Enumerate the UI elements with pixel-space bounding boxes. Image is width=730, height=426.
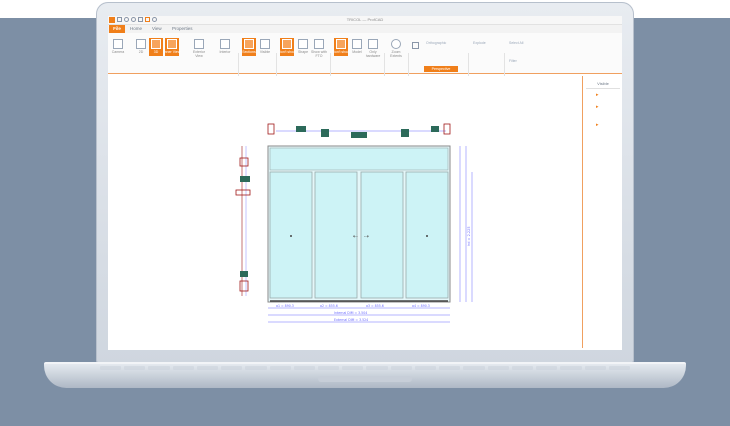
dim-total-internal: Internal DIM = 3.504 bbox=[334, 311, 367, 315]
right-panel: Visible ▸ ▸ ▸ bbox=[583, 76, 622, 348]
model-button[interactable]: Model bbox=[350, 38, 364, 56]
shape-icon bbox=[298, 39, 308, 49]
glass-panel-2 bbox=[314, 171, 358, 299]
app-screen: TRICOL — ProfCAD File Home View Properti… bbox=[108, 16, 622, 350]
zoom-icon bbox=[391, 39, 401, 49]
title-bar: TRICOL — ProfCAD bbox=[108, 16, 622, 25]
ribbon: Camera 2D 3D Inner View Exterior View In… bbox=[108, 33, 622, 87]
laptop-trackpad bbox=[318, 376, 412, 382]
top-hardware-rail bbox=[267, 123, 451, 138]
dim-bottom-3: a3 = 855.6 bbox=[366, 304, 384, 308]
right-dimension-lines: hd = 2.225 bbox=[459, 146, 473, 302]
tab-visible[interactable]: Visible bbox=[586, 80, 620, 89]
view-2d-button[interactable]: 2D bbox=[134, 38, 148, 56]
dim-right-label: hd = 2.225 bbox=[467, 226, 471, 246]
panel-marker[interactable]: ▸ bbox=[596, 104, 599, 110]
exterior-view-button[interactable]: Exterior View bbox=[192, 38, 206, 58]
machinings-dont-show-button[interactable]: Don't show bbox=[278, 38, 296, 56]
hardware-dont-show-button[interactable]: Don't show bbox=[332, 38, 350, 56]
window-drawing: ⇠ ⇢ hd = 2.225 a1 = 890.3 a2 = 855.6 a3 … bbox=[235, 123, 473, 323]
tab-home[interactable]: Home bbox=[130, 25, 142, 33]
sections-icon bbox=[244, 39, 254, 49]
interior-view-button[interactable]: Interior bbox=[218, 38, 232, 56]
tab-view[interactable]: View bbox=[152, 25, 162, 33]
slide-arrow-right-icon: ⇢ bbox=[364, 233, 369, 240]
show-with-fto-icon bbox=[314, 39, 324, 49]
dim-total-external: External DIM = 3.524 bbox=[334, 318, 368, 322]
3d-icon bbox=[151, 39, 161, 49]
camera-icon bbox=[113, 39, 123, 49]
visible-icon bbox=[260, 39, 270, 49]
window-title: TRICOL — ProfCAD bbox=[346, 17, 384, 22]
camera-3d-icon[interactable] bbox=[412, 42, 419, 49]
bottom-dimension-lines: a1 = 890.3 a2 = 855.6 a3 = 855.6 a4 = 89… bbox=[268, 304, 450, 323]
panel-marker[interactable]: ▸ bbox=[596, 122, 599, 128]
select-all-option[interactable]: Select All bbox=[509, 41, 523, 45]
2d-icon bbox=[136, 39, 146, 49]
filter-option[interactable]: Filter bbox=[509, 59, 517, 63]
hardware-icon bbox=[368, 39, 378, 49]
inner-view-button[interactable]: Inner View bbox=[164, 38, 180, 56]
view-3d-button[interactable]: 3D bbox=[149, 38, 163, 56]
ribbon-tab-bar: File Home View Properties bbox=[108, 25, 622, 33]
dim-bottom-1: a1 = 890.3 bbox=[276, 304, 294, 308]
left-side-profile bbox=[235, 146, 251, 296]
tab-file[interactable]: File bbox=[109, 25, 125, 33]
tab-properties[interactable]: Properties bbox=[172, 25, 193, 33]
shape-button[interactable]: Shape bbox=[296, 38, 310, 56]
model-icon bbox=[352, 39, 362, 49]
visible-button[interactable]: Visible bbox=[258, 38, 272, 56]
zoom-extents-button[interactable]: Zoom Extents bbox=[389, 38, 403, 58]
explode-option[interactable]: Explode bbox=[473, 41, 486, 45]
dim-bottom-2: a2 = 855.6 bbox=[320, 304, 338, 308]
perspective-option[interactable]: Perspective bbox=[424, 66, 458, 72]
interior-view-icon bbox=[220, 39, 230, 49]
dont-show-icon bbox=[282, 39, 292, 49]
exterior-view-icon bbox=[194, 39, 204, 49]
handle-marker bbox=[290, 235, 292, 237]
only-hardware-button[interactable]: Only hardware bbox=[366, 38, 380, 58]
sections-button[interactable]: Sections bbox=[242, 38, 256, 56]
inner-view-icon bbox=[167, 39, 177, 49]
slide-arrow-left-icon: ⇠ bbox=[353, 233, 358, 240]
orthographic-option[interactable]: Orthographic bbox=[426, 41, 446, 45]
drawing-canvas[interactable]: ⇠ ⇢ hd = 2.225 a1 = 890.3 a2 = 855.6 a3 … bbox=[108, 76, 583, 348]
dont-show-icon bbox=[336, 39, 346, 49]
dim-bottom-4: a4 = 890.3 bbox=[412, 304, 430, 308]
camera-button[interactable]: Camera bbox=[111, 38, 125, 56]
panel-marker[interactable]: ▸ bbox=[596, 92, 599, 98]
show-with-fto-button[interactable]: Show with FTO bbox=[311, 38, 327, 58]
transom-glass bbox=[269, 147, 449, 171]
handle-marker bbox=[426, 235, 428, 237]
